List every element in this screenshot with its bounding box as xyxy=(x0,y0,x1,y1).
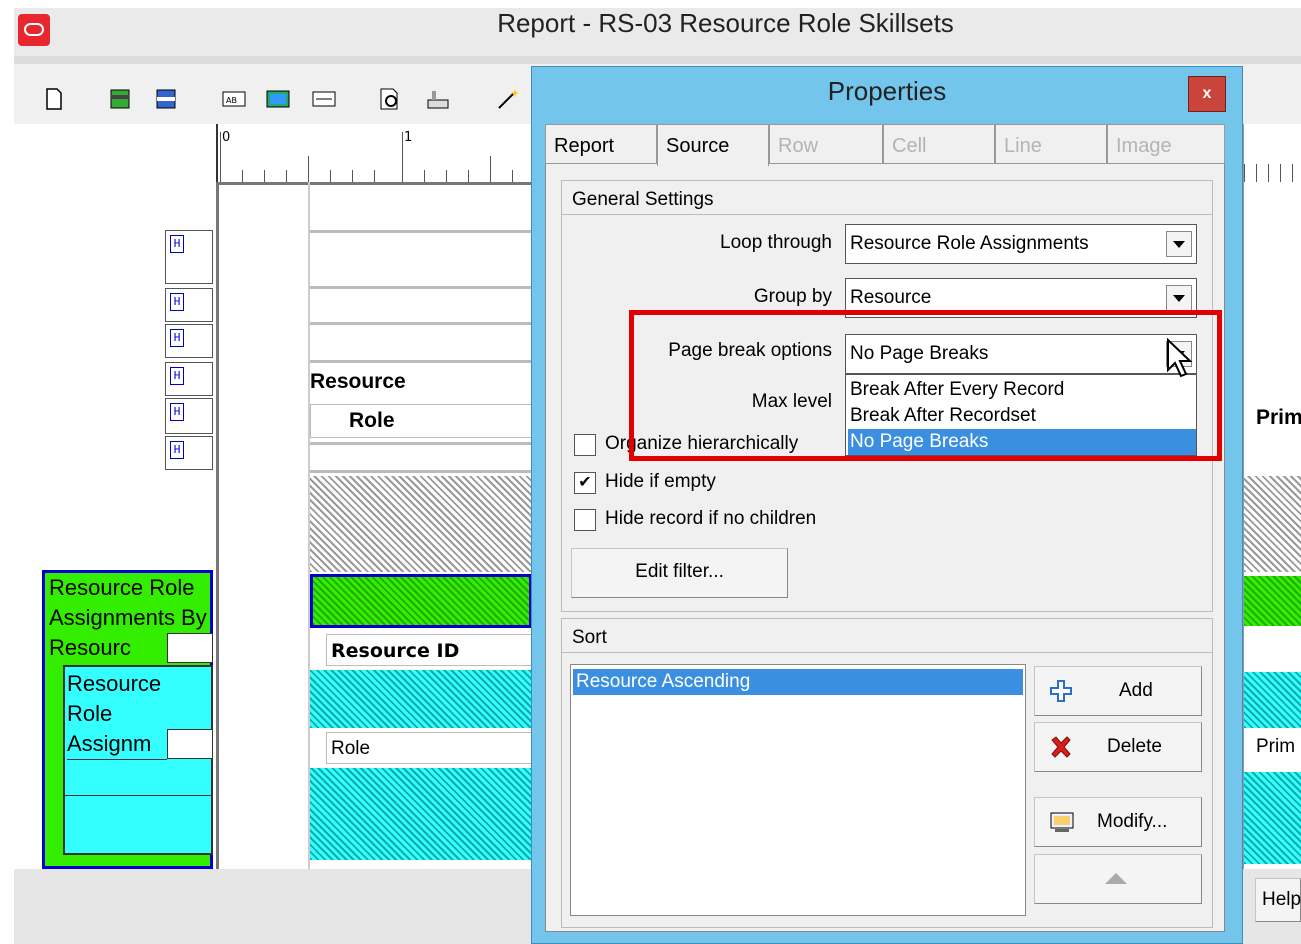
field-box-icon[interactable] xyxy=(312,88,336,110)
nested-band[interactable]: Resource Role Assignm xyxy=(63,665,213,855)
loop-through-label: Loop through xyxy=(720,232,832,253)
right-label-prim: Prim xyxy=(1256,406,1301,429)
close-button[interactable]: x xyxy=(1188,76,1226,112)
tab-row: Row xyxy=(769,124,883,164)
header-band-marker[interactable]: H xyxy=(165,398,213,434)
hide-no-children-label: Hide record if no children xyxy=(605,508,817,529)
header-band-marker[interactable]: H xyxy=(165,324,213,358)
band-hatch-gray xyxy=(310,476,532,572)
image-icon[interactable] xyxy=(266,88,290,110)
chevron-down-icon[interactable] xyxy=(1166,231,1192,257)
edit-filter-button[interactable]: Edit filter... xyxy=(571,548,788,598)
band-hatch-cyan xyxy=(310,670,532,728)
hide-no-children-checkbox[interactable] xyxy=(574,509,596,531)
tab-image: Image xyxy=(1107,124,1225,164)
delete-label: Delete xyxy=(1107,736,1162,757)
sort-list[interactable]: Resource Ascending xyxy=(570,664,1026,916)
organize-hierarchically-checkbox[interactable] xyxy=(574,434,596,456)
delete-x-icon xyxy=(1051,736,1071,758)
tab-source[interactable]: Source xyxy=(657,124,769,166)
band-insert-icon[interactable] xyxy=(108,88,132,110)
mouse-cursor-icon xyxy=(1167,338,1193,378)
header-band-marker[interactable]: H xyxy=(165,230,213,284)
window-title: Report - RS-03 Resource Role Skillsets xyxy=(497,8,954,38)
add-button[interactable]: Add xyxy=(1034,666,1202,716)
group-band-handle[interactable] xyxy=(167,633,213,663)
tab-cell: Cell xyxy=(883,124,995,164)
group-by-label: Group by xyxy=(753,286,832,307)
page-setup-icon[interactable] xyxy=(426,88,450,110)
hide-if-empty-label: Hide if empty xyxy=(605,471,716,492)
svg-text:AB: AB xyxy=(226,96,237,105)
header-band-marker[interactable]: H xyxy=(165,288,213,322)
modify-button[interactable]: Modify... xyxy=(1034,797,1202,847)
tab-report[interactable]: Report xyxy=(545,124,657,164)
header-band-marker[interactable]: H xyxy=(165,436,213,470)
nested-band-label: Resource Role Assignm xyxy=(67,669,167,760)
add-plus-icon xyxy=(1050,680,1072,702)
right-label-prim-2: Prim xyxy=(1256,736,1296,757)
hide-if-empty-checkbox[interactable]: ✔ xyxy=(574,472,596,494)
sort-header: Sort xyxy=(562,619,1212,653)
tab-line: Line xyxy=(995,124,1107,164)
sort-list-item[interactable]: Resource Ascending xyxy=(573,669,1023,695)
band-hatch-cyan-2 xyxy=(310,768,532,860)
print-preview-icon[interactable] xyxy=(378,88,402,110)
delete-button[interactable]: Delete xyxy=(1034,722,1202,772)
add-label: Add xyxy=(1119,680,1153,701)
band-insert-2-icon[interactable] xyxy=(154,88,178,110)
help-button[interactable]: Help xyxy=(1255,878,1301,922)
loop-through-select[interactable]: Resource Role Assignments xyxy=(845,224,1197,264)
wizard-icon[interactable] xyxy=(496,88,520,110)
field-role[interactable]: Role xyxy=(326,732,532,764)
highlight-annotation xyxy=(629,310,1222,461)
field-resource-id[interactable]: Resource ID xyxy=(326,634,532,666)
modify-edit-icon xyxy=(1050,812,1074,832)
ruler-label-0: 0 xyxy=(222,130,231,145)
horizontal-ruler: 0 1 xyxy=(216,124,532,182)
chevron-down-icon[interactable] xyxy=(1166,285,1192,311)
band-hatch-green[interactable] xyxy=(310,574,532,628)
header-band-marker[interactable]: H xyxy=(165,362,213,396)
general-settings-header: General Settings xyxy=(562,181,1212,215)
right-canvas-strip: Prim Prim xyxy=(1243,124,1301,869)
section-label-role[interactable]: Role xyxy=(310,404,532,438)
modify-label: Modify... xyxy=(1097,811,1168,832)
new-document-icon[interactable] xyxy=(42,88,66,110)
section-label-resource[interactable]: Resource xyxy=(310,370,406,394)
arrow-up-icon xyxy=(1105,873,1127,884)
text-field-icon[interactable]: AB xyxy=(222,88,246,110)
resource-role-group-band[interactable]: Resource Role Assignments By Resourc Res… xyxy=(42,570,213,869)
nested-band-handle[interactable] xyxy=(167,729,213,759)
dialog-title: Properties xyxy=(827,76,947,106)
ruler-label-1: 1 xyxy=(404,130,413,145)
move-up-button[interactable] xyxy=(1034,854,1202,904)
